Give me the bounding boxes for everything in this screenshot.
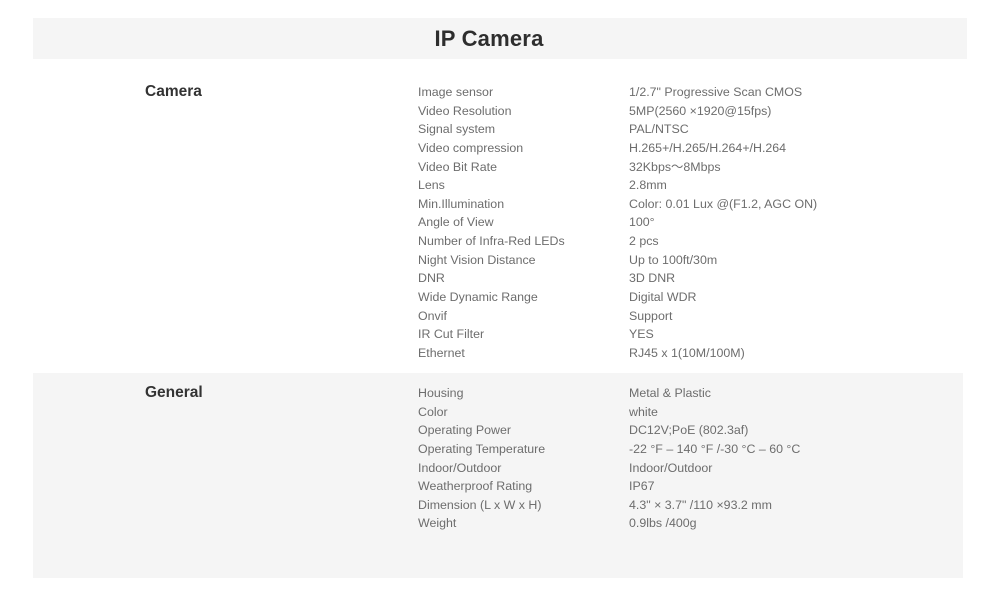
spec-value: 100° — [629, 215, 655, 230]
spec-value: Indoor/Outdoor — [629, 460, 713, 475]
spec-label: Operating Temperature — [418, 441, 546, 456]
spec-value: -22 °F – 140 °F /-30 °C – 60 °C — [629, 441, 801, 456]
table-row: Indoor/Outdoor Indoor/Outdoor — [418, 459, 938, 478]
page-title: IP Camera — [434, 25, 544, 51]
spec-value: 0.9lbs /400g — [629, 516, 697, 531]
spec-label: Video compression — [418, 140, 524, 155]
spec-value: 1/2.7" Progressive Scan CMOS — [629, 85, 803, 99]
spec-rows-camera: Image sensor 1/2.7" Progressive Scan CMO… — [418, 83, 938, 363]
table-row: Operating Temperature -22 °F – 140 °F /-… — [418, 440, 938, 459]
spec-label: Wide Dynamic Range — [418, 290, 538, 305]
spec-value: RJ45 x 1(10M/100M) — [629, 345, 745, 360]
table-row: Dimension (L x W x H) 4.3" × 3.7" /110 ×… — [418, 496, 938, 515]
table-row: Weatherproof Rating IP67 — [418, 477, 938, 496]
spec-value: Color: 0.01 Lux @(F1.2, AGC ON) — [629, 196, 818, 211]
table-row: Wide Dynamic Range Digital WDR — [418, 288, 938, 307]
spec-section-camera: Camera Image sensor 1/2.7" Progressive S… — [33, 72, 963, 362]
spec-value: H.265+/H.265/H.264+/H.264 — [629, 140, 787, 155]
spec-label: Operating Power — [418, 423, 511, 438]
spec-label: Weatherproof Rating — [418, 479, 533, 494]
spec-value: DC12V;PoE (802.3af) — [629, 423, 749, 438]
spec-label: Signal system — [418, 122, 496, 137]
spec-value: 2 pcs — [629, 234, 659, 249]
spec-value: IP67 — [629, 479, 655, 494]
spec-rows-general: Housing Metal & Plastic Color white Oper… — [418, 384, 938, 533]
spec-label: Angle of View — [418, 215, 494, 230]
spec-label: Dimension (L x W x H) — [418, 497, 542, 512]
spec-section-general: General Housing Metal & Plastic Color wh… — [33, 373, 963, 578]
spec-label: Min.Illumination — [418, 196, 505, 211]
table-row: DNR 3D DNR — [418, 269, 938, 288]
spec-label: Ethernet — [418, 345, 465, 360]
spec-label: Housing — [418, 386, 464, 400]
spec-label: Color — [418, 404, 448, 419]
spec-label: IR Cut Filter — [418, 327, 485, 342]
spec-value: 4.3" × 3.7" /110 ×93.2 mm — [629, 497, 772, 512]
spec-value: Metal & Plastic — [629, 386, 711, 400]
spec-value: 5MP(2560 ×1920@15fps) — [629, 103, 772, 118]
page-title-band: IP Camera — [33, 18, 967, 59]
section-title-camera: Camera — [145, 83, 202, 100]
table-row: Lens 2.8mm — [418, 176, 938, 195]
spec-value: Support — [629, 308, 673, 323]
table-row: Night Vision Distance Up to 100ft/30m — [418, 251, 938, 270]
spec-label: Number of Infra-Red LEDs — [418, 234, 565, 249]
table-row: Video compression H.265+/H.265/H.264+/H.… — [418, 139, 938, 158]
spec-value: 3D DNR — [629, 271, 676, 286]
table-row: Weight 0.9lbs /400g — [418, 514, 938, 533]
spec-label: Image sensor — [418, 85, 494, 99]
table-row: Number of Infra-Red LEDs 2 pcs — [418, 232, 938, 251]
table-row: Color white — [418, 403, 938, 422]
spec-value: 32Kbps～8Mbps — [629, 159, 721, 174]
spec-label: Indoor/Outdoor — [418, 460, 502, 475]
spec-label: Lens — [418, 178, 445, 193]
spec-label: Night Vision Distance — [418, 252, 536, 267]
spec-label: DNR — [418, 271, 445, 286]
table-row: IR Cut Filter YES — [418, 325, 938, 344]
spec-label: Video Resolution — [418, 103, 512, 118]
table-row: Video Bit Rate 32Kbps～8Mbps — [418, 158, 938, 177]
table-row: Onvif Support — [418, 307, 938, 326]
spec-value: 2.8mm — [629, 178, 667, 193]
spec-label: Video Bit Rate — [418, 159, 497, 174]
section-title-general: General — [145, 384, 203, 401]
table-row: Signal system PAL/NTSC — [418, 120, 938, 139]
spec-value: YES — [629, 327, 654, 342]
table-row: Video Resolution 5MP(2560 ×1920@15fps) — [418, 102, 938, 121]
table-row: Ethernet RJ45 x 1(10M/100M) — [418, 344, 938, 363]
table-row: Image sensor 1/2.7" Progressive Scan CMO… — [418, 83, 938, 102]
spec-label: Weight — [418, 516, 457, 531]
table-row: Angle of View 100° — [418, 213, 938, 232]
spec-value: Digital WDR — [629, 290, 697, 305]
spec-value: white — [629, 404, 658, 419]
table-row: Min.Illumination Color: 0.01 Lux @(F1.2,… — [418, 195, 938, 214]
spec-value: PAL/NTSC — [629, 122, 689, 137]
table-row: Operating Power DC12V;PoE (802.3af) — [418, 421, 938, 440]
table-row: Housing Metal & Plastic — [418, 384, 938, 403]
spec-label: Onvif — [418, 308, 447, 323]
spec-sheet: IP Camera Camera Image sensor 1/2.7" Pro… — [0, 0, 1000, 607]
spec-value: Up to 100ft/30m — [629, 252, 718, 267]
